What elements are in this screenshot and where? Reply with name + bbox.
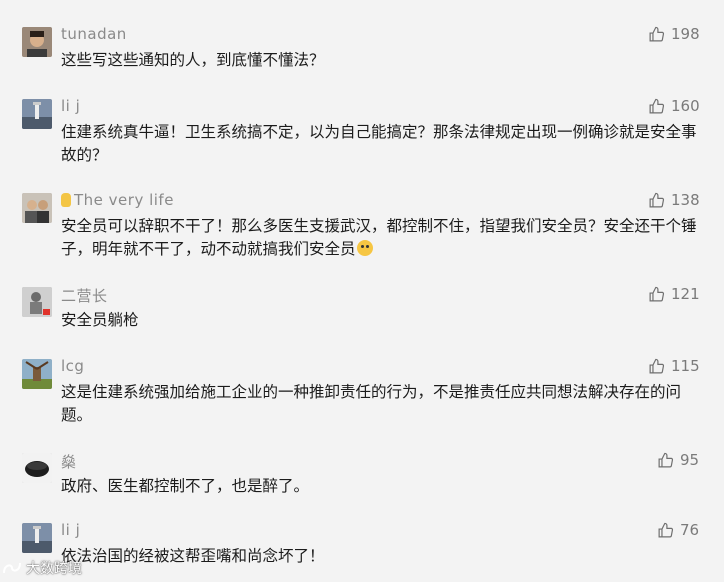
thumbs-up-icon bbox=[658, 452, 674, 467]
like-count: 138 bbox=[671, 191, 700, 209]
avatar[interactable] bbox=[22, 453, 52, 483]
like-button[interactable]: 121 bbox=[648, 285, 700, 303]
like-button[interactable]: 160 bbox=[648, 97, 700, 115]
like-button[interactable]: 95 bbox=[657, 451, 699, 469]
comment-username[interactable]: li j bbox=[61, 97, 80, 115]
thumbs-up-icon bbox=[649, 192, 665, 207]
like-button[interactable]: 198 bbox=[648, 25, 700, 43]
comment-text: 这是住建系统强加给施工企业的一种推卸责任的行为，不是推责任应共同想法解决存在的问… bbox=[61, 383, 682, 424]
watermark-text: 大数跨境 bbox=[26, 561, 82, 577]
avatar[interactable] bbox=[22, 27, 52, 57]
avatar[interactable] bbox=[22, 193, 52, 223]
comment-username[interactable]: 燊 bbox=[61, 451, 77, 472]
comment-username[interactable]: The very life bbox=[61, 191, 174, 209]
comment-username[interactable]: li j bbox=[61, 521, 80, 539]
comment-username[interactable]: 二营长 bbox=[61, 285, 108, 306]
like-count: 76 bbox=[680, 521, 700, 539]
like-button[interactable]: 76 bbox=[657, 521, 699, 539]
thumbs-up-icon bbox=[658, 522, 674, 537]
like-count: 115 bbox=[671, 357, 700, 375]
thumbs-up-icon bbox=[649, 286, 665, 301]
avatar[interactable] bbox=[22, 359, 52, 389]
avatar[interactable] bbox=[22, 99, 52, 129]
thumbs-up-icon bbox=[649, 98, 665, 113]
comment-text-body: 安全员可以辞职不干了！那么多医生支援武汉，都控制不住，指望我们安全员？安全还干个… bbox=[61, 217, 697, 258]
thumbs-up-icon bbox=[649, 358, 665, 373]
thumbs-up-icon bbox=[649, 26, 665, 41]
like-count: 95 bbox=[680, 451, 700, 469]
comment-text: 依法治国的经被这帮歪嘴和尚念坏了！ bbox=[61, 547, 325, 565]
avatar[interactable] bbox=[22, 287, 52, 317]
comment-text: 安全员躺枪 bbox=[61, 311, 139, 329]
like-count: 121 bbox=[671, 285, 700, 303]
comment-username-text: The very life bbox=[74, 191, 174, 209]
watermark: 大数跨境 bbox=[2, 558, 82, 578]
like-button[interactable]: 138 bbox=[648, 191, 700, 209]
comment-text: 这些写这些通知的人，到底懂不懂法？ bbox=[61, 51, 325, 69]
crying-face-icon bbox=[356, 240, 373, 256]
comment-text: 政府、医生都控制不了，也是醉了。 bbox=[61, 477, 310, 495]
watermark-logo-icon bbox=[3, 562, 21, 574]
comment-text: 住建系统真牛逼！卫生系统搞不定，以为自己能搞定？那条法律规定出现一例确诊就是安全… bbox=[61, 123, 697, 164]
waving-hand-icon bbox=[61, 193, 71, 207]
comment-text: 安全员可以辞职不干了！那么多医生支援武汉，都控制不住，指望我们安全员？安全还干个… bbox=[61, 215, 701, 261]
comment-username[interactable]: tunadan bbox=[61, 25, 127, 43]
like-count: 198 bbox=[671, 25, 700, 43]
comment-username[interactable]: lcg bbox=[61, 357, 84, 375]
like-button[interactable]: 115 bbox=[648, 357, 700, 375]
avatar[interactable] bbox=[22, 523, 52, 553]
like-count: 160 bbox=[671, 97, 700, 115]
